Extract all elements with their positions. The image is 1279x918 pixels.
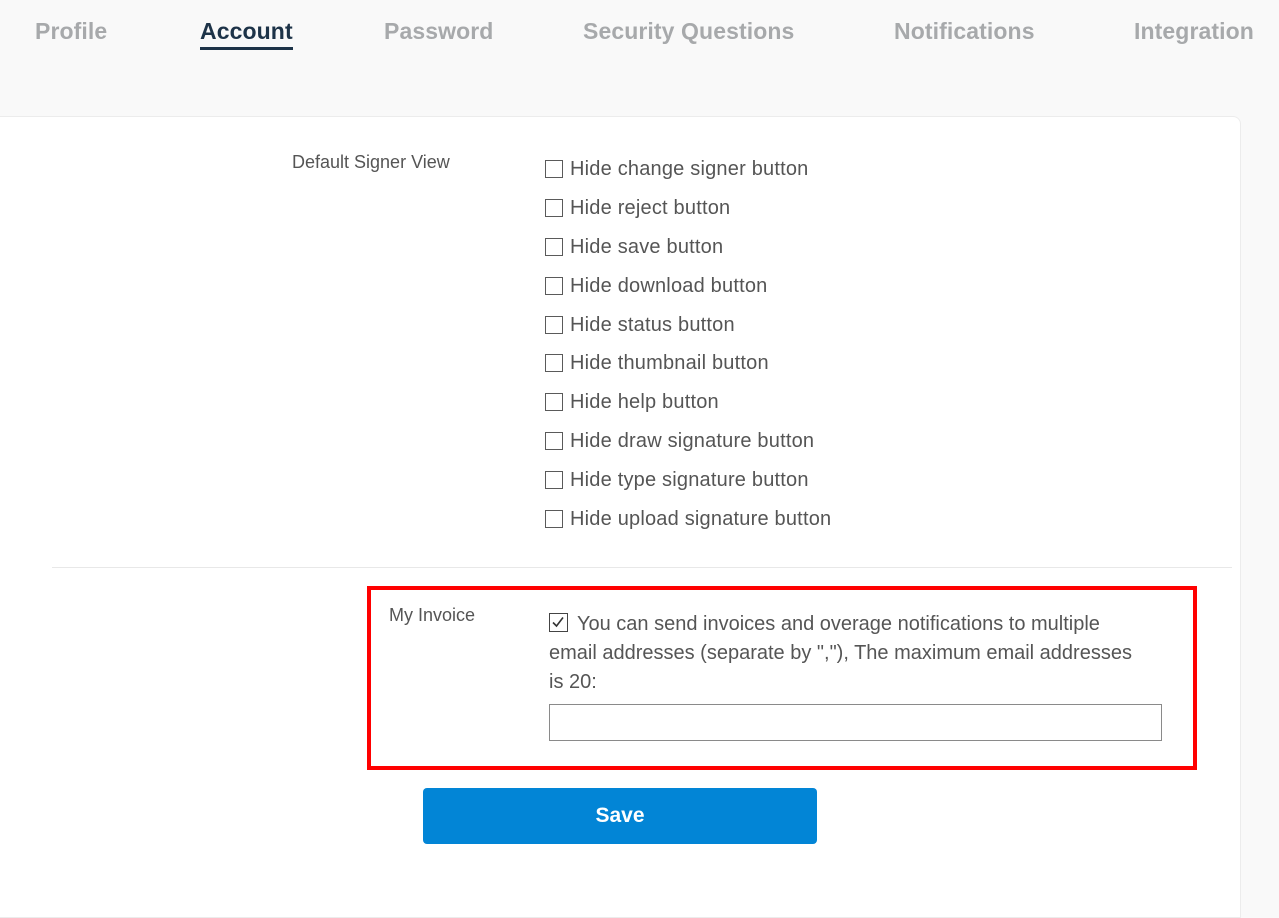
tab-account[interactable]: Account: [200, 18, 293, 50]
checkbox[interactable]: [545, 432, 563, 450]
option-hide-thumbnail[interactable]: Hide thumbnail button: [545, 350, 769, 376]
tab-integration[interactable]: Integration: [1134, 18, 1254, 45]
my-invoice-label: My Invoice: [389, 605, 476, 625]
checkbox[interactable]: [545, 238, 563, 256]
tab-profile[interactable]: Profile: [35, 18, 107, 45]
section-divider: [52, 567, 1232, 568]
option-hide-type-signature[interactable]: Hide type signature button: [545, 467, 809, 493]
option-hide-save[interactable]: Hide save button: [545, 234, 723, 260]
option-hide-help[interactable]: Hide help button: [545, 389, 719, 415]
invoice-description: You can send invoices and overage notifi…: [549, 613, 1132, 693]
settings-tabs: Profile Account Password Security Questi…: [0, 0, 1279, 70]
checkbox-label: Hide upload signature button: [570, 507, 832, 530]
invoice-email-input[interactable]: [549, 704, 1162, 741]
checkbox-label: Hide reject button: [570, 196, 731, 219]
checkbox-label: Hide download button: [570, 274, 768, 297]
checkbox[interactable]: [545, 316, 563, 334]
tab-notifications[interactable]: Notifications: [894, 18, 1035, 45]
checkbox[interactable]: [545, 393, 563, 411]
checkbox-label: Hide save button: [570, 235, 724, 258]
checkbox[interactable]: [545, 510, 563, 528]
checkbox[interactable]: [545, 199, 563, 217]
option-hide-draw-signature[interactable]: Hide draw signature button: [545, 428, 814, 454]
checkbox[interactable]: [545, 471, 563, 489]
checkbox-label: Hide thumbnail button: [570, 351, 769, 374]
option-hide-change-signer[interactable]: Hide change signer button: [545, 156, 809, 182]
option-hide-reject[interactable]: Hide reject button: [545, 195, 730, 221]
checkbox-label: Hide change signer button: [570, 157, 809, 180]
checkbox[interactable]: [545, 160, 563, 178]
tab-password[interactable]: Password: [384, 18, 493, 45]
checkbox-label: Hide type signature button: [570, 468, 809, 491]
checkbox[interactable]: [545, 277, 563, 295]
checkbox-label: Hide draw signature button: [570, 429, 815, 452]
checkbox-label: Hide help button: [570, 390, 719, 413]
checkmark-icon: [552, 617, 564, 628]
tab-security-questions[interactable]: Security Questions: [583, 18, 794, 45]
default-signer-view-label: Default Signer View: [292, 152, 450, 172]
option-hide-status[interactable]: Hide status button: [545, 312, 735, 338]
invoice-email-checkbox[interactable]: [549, 613, 568, 632]
save-button[interactable]: Save: [423, 788, 817, 844]
option-hide-upload-signature[interactable]: Hide upload signature button: [545, 506, 831, 532]
checkbox[interactable]: [545, 354, 563, 372]
option-hide-download[interactable]: Hide download button: [545, 273, 767, 299]
checkbox-label: Hide status button: [570, 313, 735, 336]
